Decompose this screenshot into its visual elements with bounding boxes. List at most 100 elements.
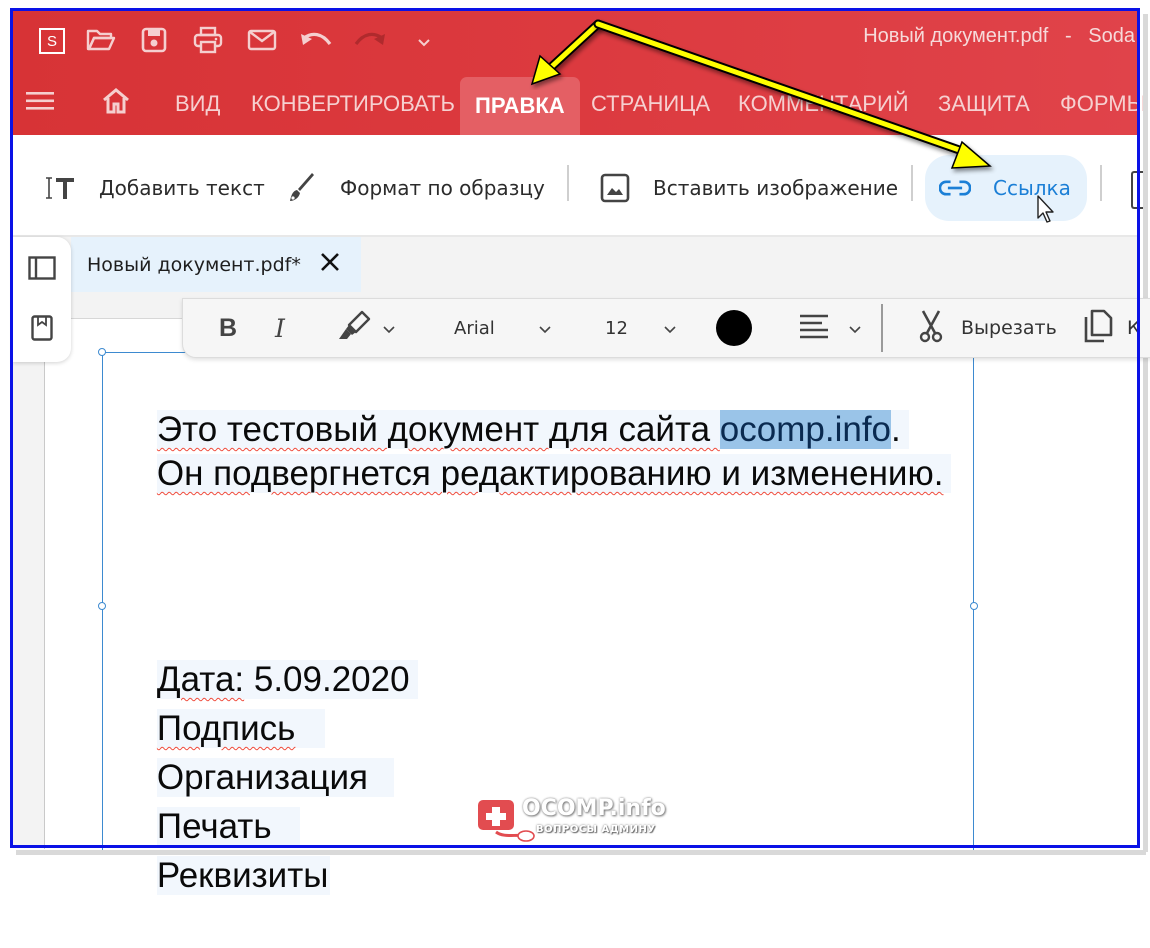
- close-icon: [320, 252, 340, 277]
- folder-open-icon: [86, 27, 116, 57]
- thumbnails-button[interactable]: [27, 255, 57, 285]
- highlighter-icon: [337, 309, 371, 347]
- text-run: Он подвергнется редактированию и изменен…: [156, 454, 944, 493]
- sidebar-panel-icon: [28, 256, 56, 284]
- document-tab-name: Новый документ.pdf*: [87, 253, 301, 276]
- undo-icon: [300, 30, 332, 54]
- document-line[interactable]: Он подвергнется редактированию и изменен…: [118, 402, 952, 493]
- brush-icon: [286, 172, 318, 204]
- bookmark-icon: [31, 315, 53, 345]
- mail-icon: [247, 29, 277, 55]
- resize-handle[interactable]: [98, 348, 106, 356]
- link-label: Ссылка: [993, 176, 1071, 200]
- cut-label: Вырезать: [961, 317, 1057, 339]
- format-painter-button[interactable]: Формат по образцу: [286, 155, 545, 221]
- tab-convert[interactable]: КОНВЕРТИРОВАТЬ: [251, 73, 455, 135]
- resize-handle[interactable]: [970, 602, 978, 610]
- home-tab[interactable]: [101, 73, 131, 135]
- main-menu-button[interactable]: [25, 73, 55, 135]
- chevron-down-icon: [417, 33, 431, 52]
- print-button[interactable]: [188, 11, 228, 73]
- add-text-label: Добавить текст: [99, 176, 265, 200]
- app-window: S Новый документ.pdf - Soda ВИД КОНВЕРТИ…: [0, 0, 1150, 895]
- italic-button[interactable]: I: [275, 299, 285, 357]
- text-color-swatch: [716, 310, 752, 346]
- ribbon-tabs: ВИД КОНВЕРТИРОВАТЬ ПРАВКА СТРАНИЦА КОММЕ…: [13, 73, 1146, 135]
- toolbar-separator: [881, 304, 883, 352]
- copy-icon: [1083, 309, 1113, 347]
- highlight-button[interactable]: [337, 299, 395, 357]
- requisites-text: Реквизиты: [156, 856, 329, 895]
- cut-button[interactable]: Вырезать: [919, 299, 1057, 357]
- mouse-cursor: [1036, 194, 1058, 228]
- scissors-icon: [919, 309, 943, 347]
- resize-handle[interactable]: [98, 602, 106, 610]
- frame-shadow: [1143, 14, 1148, 852]
- watermark-logo: OCOMP.info ВОПРОСЫ АДМИНУ: [476, 796, 696, 846]
- document-line[interactable]: Подпись: [118, 657, 326, 748]
- italic-icon: I: [275, 313, 285, 343]
- close-tab-button[interactable]: [319, 252, 341, 277]
- tab-protect[interactable]: ЗАЩИТА: [938, 73, 1030, 135]
- document-line[interactable]: Организация: [118, 706, 394, 797]
- add-text-button[interactable]: Добавить текст: [45, 155, 265, 221]
- document-tab[interactable]: Новый документ.pdf*: [71, 237, 361, 292]
- format-painter-label: Формат по образцу: [340, 176, 545, 200]
- document-line[interactable]: Печать: [118, 755, 300, 846]
- align-left-icon: [799, 313, 829, 343]
- title-bar: S Новый документ.pdf - Soda: [13, 11, 1137, 73]
- menu-icon: [25, 90, 55, 118]
- link-button[interactable]: Ссылка: [925, 155, 1087, 221]
- document-line[interactable]: Реквизиты: [118, 804, 331, 895]
- tab-page[interactable]: СТРАНИЦА: [591, 73, 710, 135]
- save-button[interactable]: [134, 11, 174, 73]
- side-panel: [13, 237, 71, 362]
- bold-button[interactable]: B: [219, 299, 237, 357]
- watermark-brand: OCOMP.info: [522, 796, 666, 821]
- email-button[interactable]: [242, 11, 282, 73]
- chevron-down-icon: [664, 319, 676, 338]
- font-size-select[interactable]: 12: [605, 299, 676, 357]
- add-text-icon: [45, 172, 77, 204]
- ribbon-separator: [1100, 165, 1102, 201]
- image-icon: [599, 172, 631, 204]
- document-line[interactable]: Дата: 5.09.2020: [118, 608, 418, 699]
- window-title: Новый документ.pdf - Soda: [863, 25, 1135, 47]
- tab-edit[interactable]: ПРАВКА: [460, 77, 580, 135]
- save-icon: [141, 27, 167, 57]
- chevron-down-icon: [383, 319, 395, 338]
- undo-button[interactable]: [296, 11, 336, 73]
- print-icon: [193, 26, 223, 58]
- tab-forms[interactable]: ФОРМЫ: [1060, 73, 1146, 135]
- link-icon: [939, 172, 971, 204]
- font-family-select[interactable]: Arial: [454, 299, 551, 357]
- frame-shadow: [16, 850, 1146, 855]
- tab-comment[interactable]: КОММЕНТАРИЙ: [738, 73, 909, 135]
- ribbon-separator: [567, 165, 569, 201]
- font-family-value: Arial: [454, 317, 495, 339]
- bold-icon: B: [219, 313, 238, 342]
- font-size-value: 12: [605, 317, 628, 339]
- watermark-tagline: ВОПРОСЫ АДМИНУ: [536, 824, 656, 835]
- copy-label: К: [1127, 317, 1141, 339]
- tab-view[interactable]: ВИД: [175, 73, 220, 135]
- open-button[interactable]: [81, 11, 121, 73]
- insert-image-button[interactable]: Вставить изображение: [599, 155, 898, 221]
- ribbon-separator: [911, 165, 913, 201]
- redo-button[interactable]: [350, 11, 390, 73]
- chevron-down-icon: [849, 319, 861, 338]
- chevron-down-icon: [539, 319, 551, 338]
- redo-icon: [354, 30, 386, 54]
- copy-button[interactable]: К: [1083, 299, 1141, 357]
- bookmarks-button[interactable]: [27, 315, 57, 345]
- align-button[interactable]: [799, 299, 861, 357]
- text-color-button[interactable]: [716, 299, 752, 357]
- document-line[interactable]: Это тестовый документ для сайта ocomp.in…: [118, 358, 909, 449]
- home-icon: [101, 87, 131, 121]
- app-logo: S: [39, 28, 65, 54]
- customize-quick-access[interactable]: [404, 11, 444, 73]
- text-format-toolbar: B I Arial 12 Вырезать К: [182, 298, 1150, 358]
- edit-ribbon: Добавить текст Формат по образцу Вставит…: [13, 135, 1143, 237]
- insert-image-label: Вставить изображение: [653, 176, 899, 200]
- more-commands-icon[interactable]: [1131, 171, 1143, 209]
